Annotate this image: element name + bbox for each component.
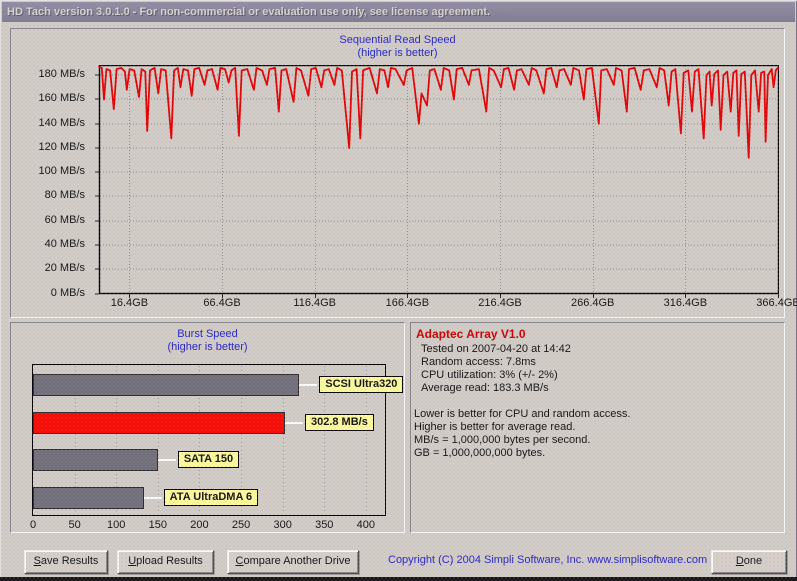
burst-x-axis-label: 400 xyxy=(356,519,376,531)
y-axis-label: 20 MB/s xyxy=(44,262,85,275)
burst-x-axis-label: 300 xyxy=(273,519,292,531)
compare-another-drive-button[interactable]: Compare Another Drive xyxy=(227,550,359,574)
bar-label-connector xyxy=(157,459,176,461)
y-axis-label: 180 MB/s xyxy=(38,68,85,81)
burst-bar xyxy=(33,374,300,396)
drive-name: Adaptec Array V1.0 xyxy=(416,327,526,341)
hd-tach-window: HD Tach version 3.0.1.0 - For non-commer… xyxy=(0,0,797,581)
save-label: ave Results xyxy=(40,555,99,567)
bar-label-connector xyxy=(284,421,303,424)
window-bottom-edge xyxy=(0,577,797,581)
info-note: MB/s = 1,000,000 bytes per second. xyxy=(414,434,591,446)
burst-x-axis-label: 350 xyxy=(315,519,334,531)
save-results-button[interactable]: Save Results xyxy=(24,550,108,574)
done-button[interactable]: Done xyxy=(711,550,787,574)
burst-x-axis-label: 200 xyxy=(190,519,209,531)
burst-x-axis-label: 100 xyxy=(107,519,126,531)
burst-x-axis-label: 250 xyxy=(231,519,251,531)
y-axis-label: 0 MB/s xyxy=(50,286,85,299)
info-tested-on: Tested on 2007-04-20 at 14:42 xyxy=(421,343,571,355)
bar-label: SATA 150 xyxy=(177,451,240,468)
burst-bar xyxy=(33,486,144,509)
info-note: GB = 1,000,000,000 bytes. xyxy=(414,447,546,459)
burst-speed-panel: Burst Speed (higher is better) SCSI Ultr… xyxy=(10,322,405,533)
read-chart-subtitle: (higher is better) xyxy=(357,47,438,59)
upload-accel: U xyxy=(128,555,137,567)
burst-chart-title: Burst Speed xyxy=(177,328,238,340)
info-note: Lower is better for CPU and random acces… xyxy=(414,408,631,420)
read-chart-title: Sequential Read Speed xyxy=(339,34,456,46)
copyright-label: Copyright (C) 2004 Simpli Software, Inc. xyxy=(388,554,588,566)
burst-x-axis-label: 0 xyxy=(29,519,37,531)
bar-label-connector xyxy=(143,496,162,499)
upload-label: pload Results xyxy=(136,555,203,567)
info-random-access: Random access: 7.8ms xyxy=(421,356,536,368)
bar-label-connector xyxy=(299,384,318,386)
sequential-read-panel: Sequential Read Speed (higher is better)… xyxy=(10,28,797,318)
bar-label: 302.8 MB/s xyxy=(304,413,374,431)
y-axis-label: 140 MB/s xyxy=(38,116,85,129)
burst-bar xyxy=(33,449,158,471)
drive-info-panel: Adaptec Array V1.0 Tested on 2007-04-20 … xyxy=(410,322,785,533)
y-axis-label: 160 MB/s xyxy=(38,92,85,105)
copyright-text: Copyright (C) 2004 Simpli Software, Inc.… xyxy=(388,554,707,566)
y-axis-label: 120 MB/s xyxy=(38,140,85,153)
website-link[interactable]: www.simplisoftware.com xyxy=(587,554,707,566)
y-axis-label: 40 MB/s xyxy=(44,237,85,250)
bar-label: ATA UltraDMA 6 xyxy=(163,488,259,506)
save-accel: S xyxy=(33,555,41,567)
bar-label: SCSI Ultra320 xyxy=(319,376,404,393)
burst-plot: SCSI Ultra320 302.8 MB/s SATA 150 ATA Ultra… xyxy=(32,364,404,516)
window-title: HD Tach version 3.0.1.0 - For non-commer… xyxy=(7,6,491,18)
burst-chart-subtitle: (higher is better) xyxy=(167,341,248,353)
burst-x-axis-label: 150 xyxy=(148,519,167,531)
upload-results-button[interactable]: Upload Results xyxy=(117,550,214,574)
compare-label: ompare Another Drive xyxy=(243,555,351,567)
burst-x-axis-label: 50 xyxy=(68,519,81,531)
y-axis-label: 60 MB/s xyxy=(44,213,85,226)
burst-bar xyxy=(33,411,285,434)
info-note: Higher is better for average read. xyxy=(414,421,576,433)
info-cpu-utilization: CPU utilization: 3% (+/- 2%) xyxy=(421,369,558,381)
info-average-read: Average read: 183.3 MB/s xyxy=(421,382,549,394)
y-axis-label: 100 MB/s xyxy=(38,165,85,178)
sequential-read-plot xyxy=(95,65,779,298)
done-label: one xyxy=(743,555,763,567)
window-titlebar[interactable]: HD Tach version 3.0.1.0 - For non-commer… xyxy=(2,2,795,22)
y-axis-label: 80 MB/s xyxy=(44,189,85,202)
done-accel: D xyxy=(735,555,744,567)
